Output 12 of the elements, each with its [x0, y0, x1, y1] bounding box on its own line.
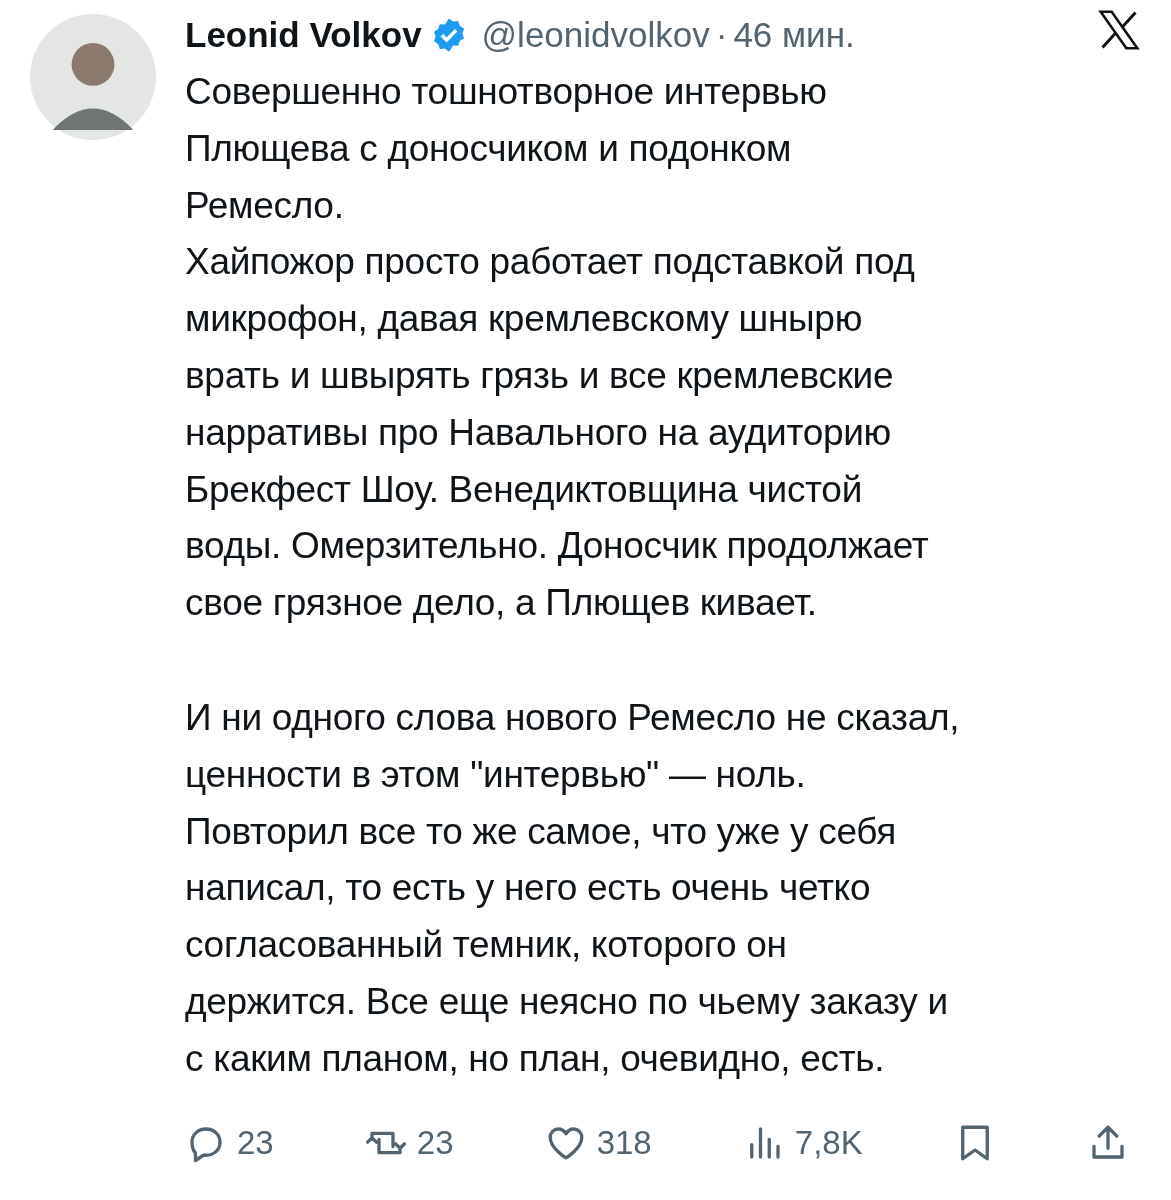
- x-logo-icon: [1097, 8, 1141, 52]
- post-time[interactable]: 46 мин.: [733, 15, 855, 55]
- action-count: 318: [596, 1123, 652, 1162]
- author-handle[interactable]: @leonidvolkov: [481, 15, 710, 55]
- tweet-paragraph: Совершенно тошнотворное интервью Плющева с доносчиком и подонком Ремесло. Хайпожор просто работает подставкой под микрофон, давая кремлевскому шнырю врать и швырять грязь и все кремлевские нарративы про Навального на аудиторию Брекфест Шоу. Венедиктовщина чистой воды. Омерзительно. Доносчик продолжает свое грязное дело, а Плющев кивает.: [185, 70, 930, 626]
- action-count: 23: [416, 1123, 454, 1162]
- tweet-paragraph: И ни одного слова нового Ремесло не сказал, ценности в этом "интервью" — ноль. Повторил все то же самое, что уже у себя написал, то есть у него есть очень четко согласованный темник, которого он держится. Все еще неясно по чьему заказу и с каким планом, но план, очевидно, есть.: [185, 695, 961, 1081]
- action-count: 7,8K: [794, 1123, 863, 1162]
- avatar[interactable]: [30, 14, 156, 140]
- action-count: 23: [237, 1123, 274, 1162]
- separator-dot: ·: [715, 15, 728, 55]
- author-name[interactable]: Leonid Volkov: [185, 15, 422, 55]
